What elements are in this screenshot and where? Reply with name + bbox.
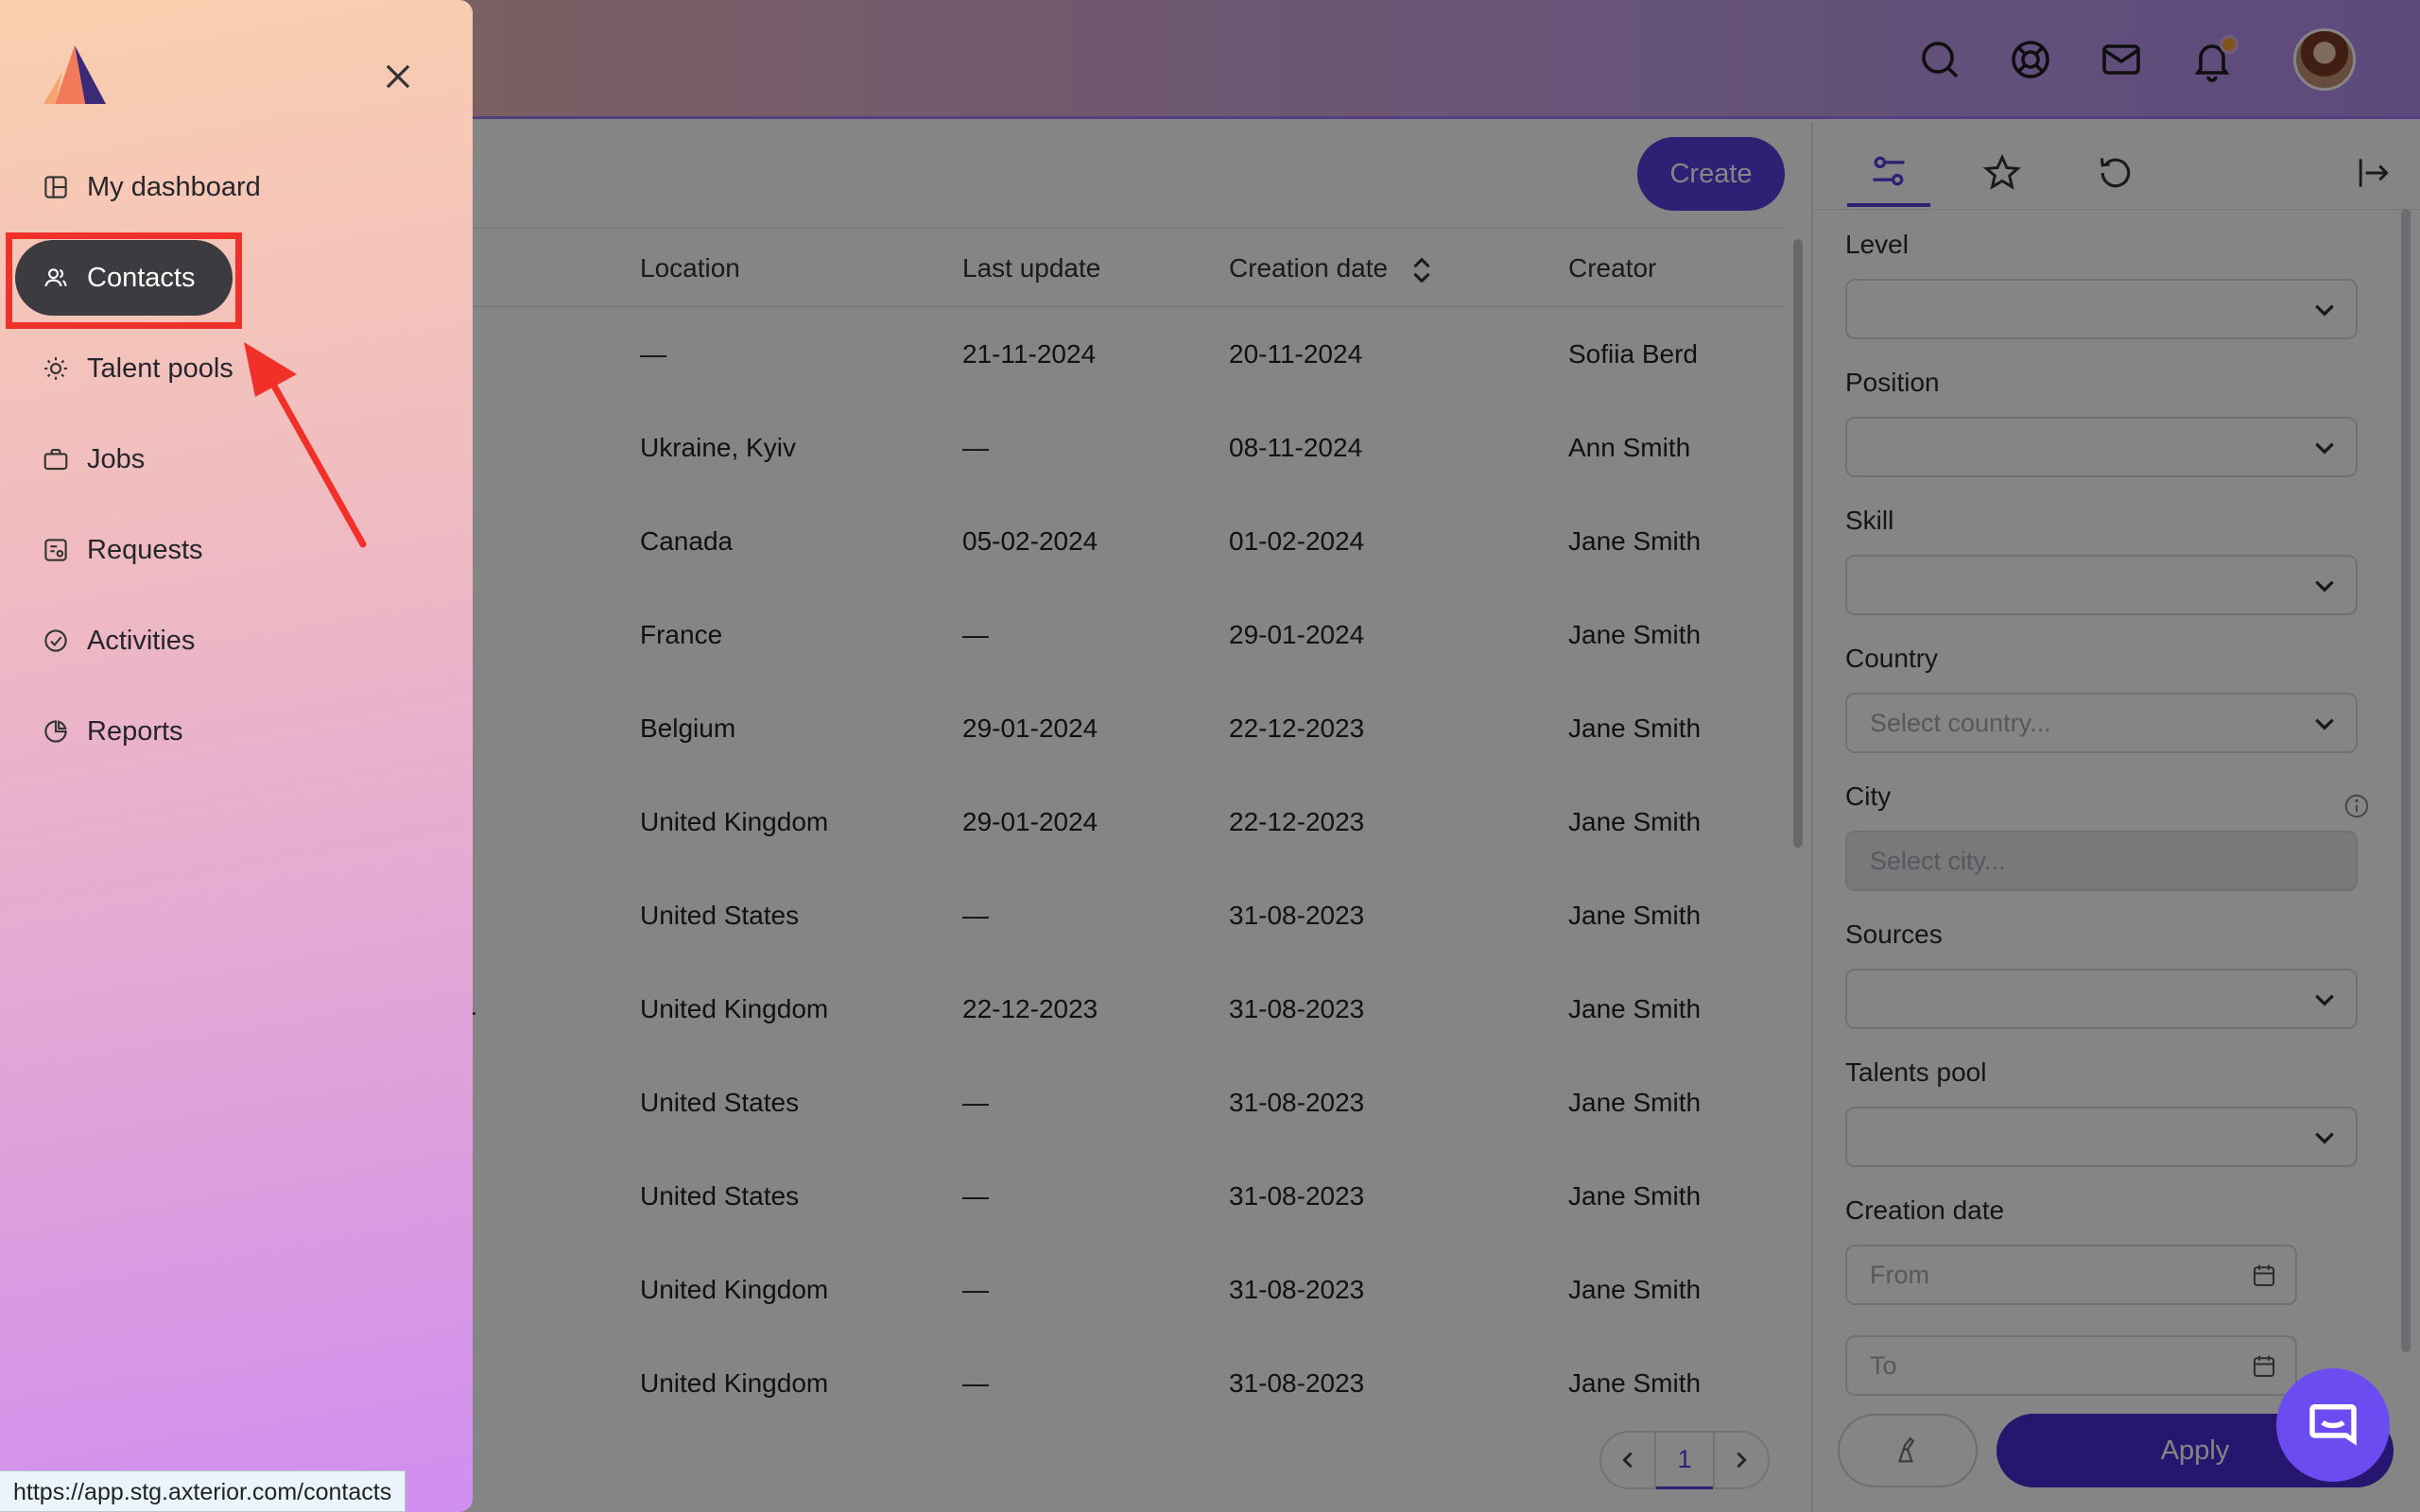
reports-icon	[42, 717, 70, 746]
close-icon[interactable]	[380, 59, 416, 94]
talent-pools-icon	[42, 354, 70, 383]
annotation-arrow-icon	[244, 342, 367, 548]
sidebar-item-label: Talent pools	[87, 352, 233, 384]
annotation-highlight-box	[6, 232, 242, 329]
sidebar-item-label: Requests	[87, 534, 203, 565]
sidebar-item-label: Jobs	[87, 443, 146, 474]
requests-icon	[42, 536, 70, 564]
sidebar-item-reports[interactable]: Reports	[15, 694, 299, 769]
sidebar-item-activities[interactable]: Activities	[15, 603, 299, 679]
sidebar-item-label: Activities	[87, 625, 196, 656]
activities-icon	[42, 627, 70, 655]
app-logo-icon	[43, 45, 106, 104]
sidebar-drawer: My dashboard Contacts Talent pools Jobs …	[0, 0, 473, 1512]
chat-widget-button[interactable]	[2276, 1368, 2390, 1482]
chat-icon	[2309, 1404, 2357, 1446]
sidebar-item-label: My dashboard	[87, 171, 261, 202]
status-bar-url: https://app.stg.axterior.com/contacts	[0, 1470, 406, 1512]
briefcase-icon	[42, 445, 70, 473]
dashboard-icon	[42, 173, 70, 201]
sidebar-item-my-dashboard[interactable]: My dashboard	[15, 149, 299, 225]
sidebar-item-label: Reports	[87, 715, 183, 747]
